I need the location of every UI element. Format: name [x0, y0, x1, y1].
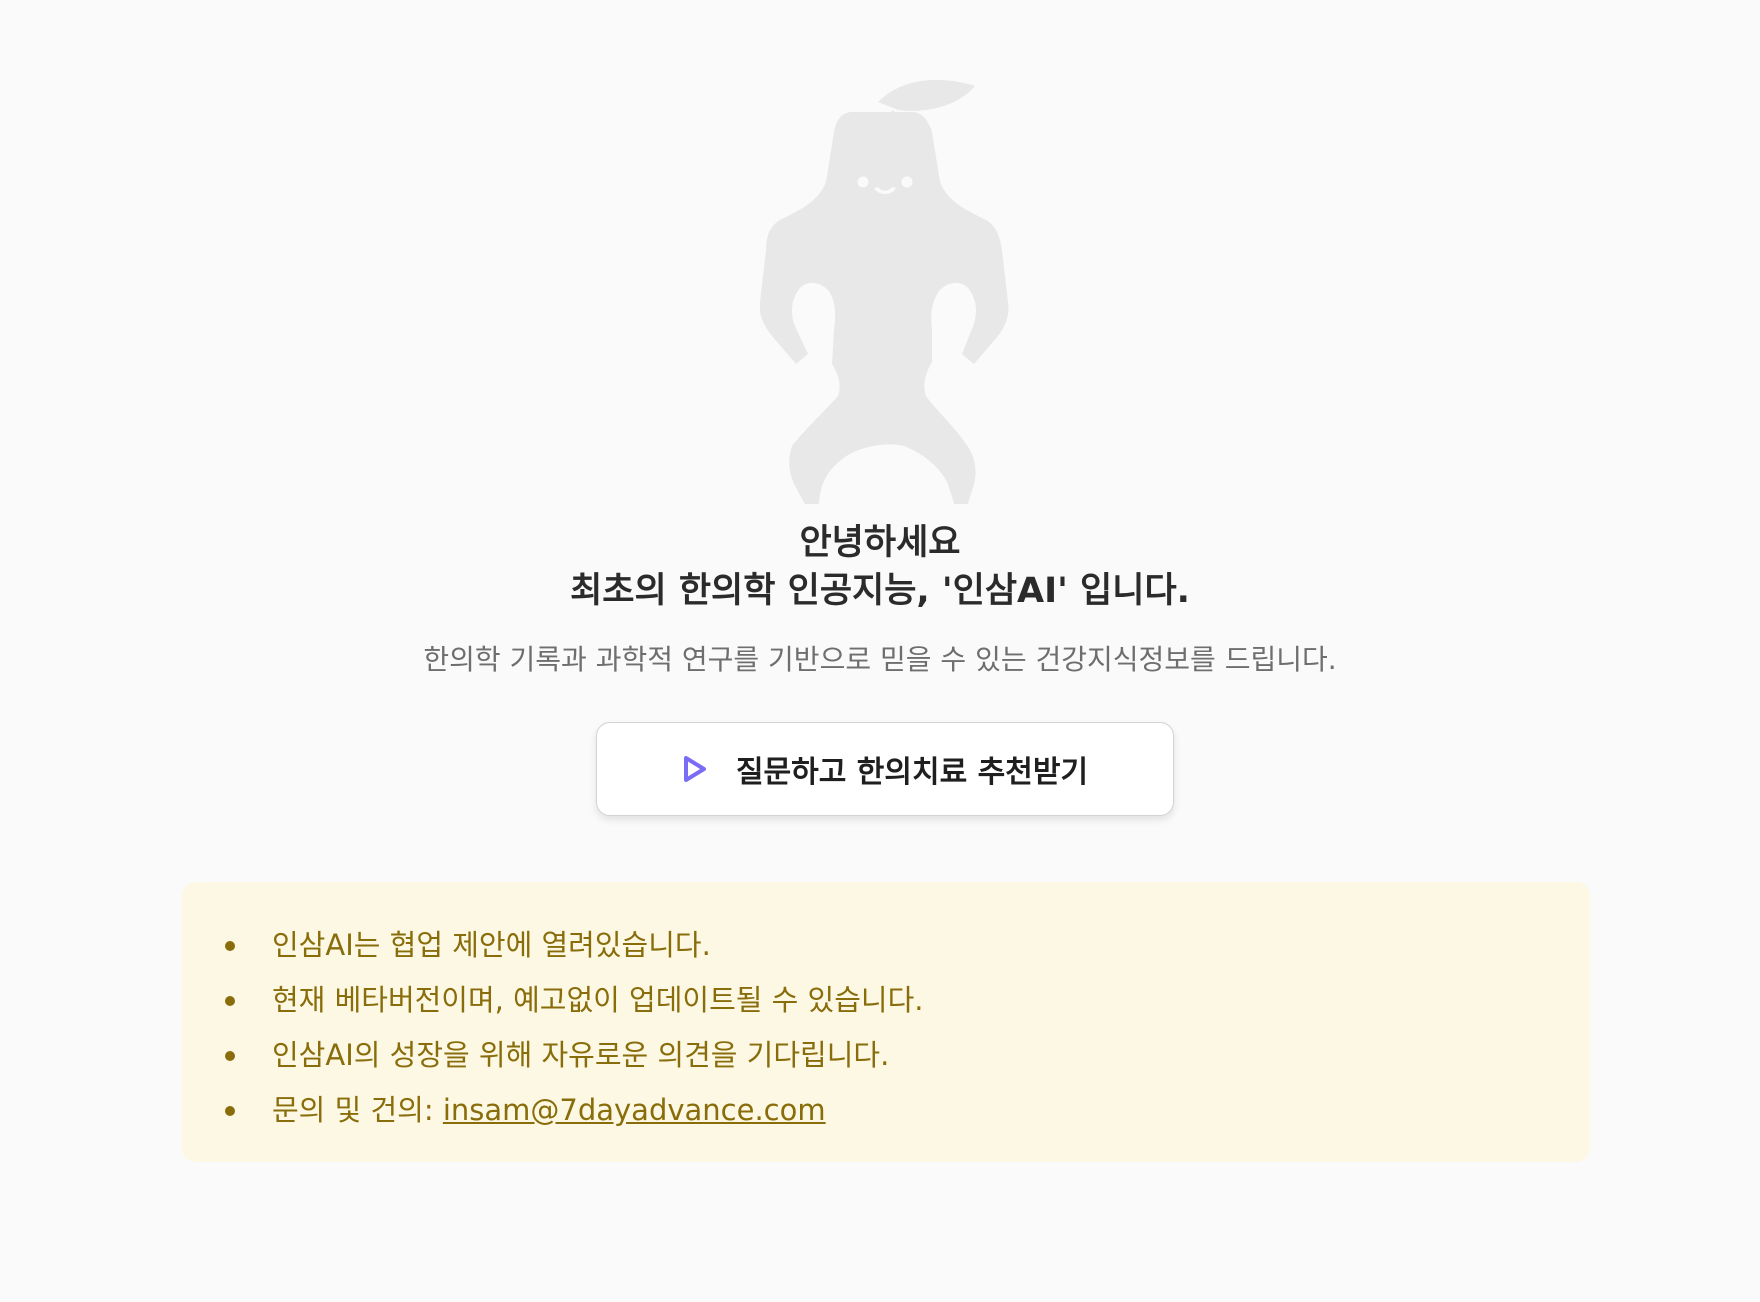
play-icon [683, 756, 706, 782]
bullet-icon [225, 996, 235, 1006]
notice-item-text: 인삼AI는 협업 제안에 열려있습니다. [272, 928, 711, 962]
notice-item-text: 인삼AI의 성장을 위해 자유로운 의견을 기다립니다. [272, 1038, 890, 1072]
notice-item: 인삼AI는 협업 제안에 열려있습니다. [182, 918, 1590, 973]
notice-item-text: 현재 베타버전이며, 예고없이 업데이트될 수 있습니다. [272, 983, 924, 1017]
notice-box: 인삼AI는 협업 제안에 열려있습니다. 현재 베타버전이며, 예고없이 업데이… [182, 882, 1590, 1162]
greeting-line-1: 안녕하세요 [799, 523, 961, 563]
notice-item: 현재 베타버전이며, 예고없이 업데이트될 수 있습니다. [182, 973, 1590, 1028]
ginseng-mascot-icon [760, 79, 1009, 504]
greeting-line-2: 최초의 한의학 인공지능, '인삼AI' 입니다. [570, 571, 1190, 611]
bullet-icon [225, 1051, 235, 1061]
notice-item-contact: 문의 및 건의: insam@7dayadvance.com [182, 1083, 1590, 1138]
contact-email-link[interactable]: insam@7dayadvance.com [443, 1093, 826, 1127]
ask-recommendation-label: 질문하고 한의치료 추천받기 [735, 755, 1089, 790]
subtitle: 한의학 기록과 과학적 연구를 기반으로 믿을 수 있는 건강지식정보를 드립니… [423, 643, 1337, 676]
ask-recommendation-button[interactable]: 질문하고 한의치료 추천받기 [596, 722, 1174, 816]
notice-item: 인삼AI의 성장을 위해 자유로운 의견을 기다립니다. [182, 1028, 1590, 1083]
notice-list: 인삼AI는 협업 제안에 열려있습니다. 현재 베타버전이며, 예고없이 업데이… [182, 918, 1590, 1138]
contact-label: 문의 및 건의: [272, 1093, 443, 1127]
bullet-icon [225, 941, 235, 951]
bullet-icon [225, 1106, 235, 1116]
